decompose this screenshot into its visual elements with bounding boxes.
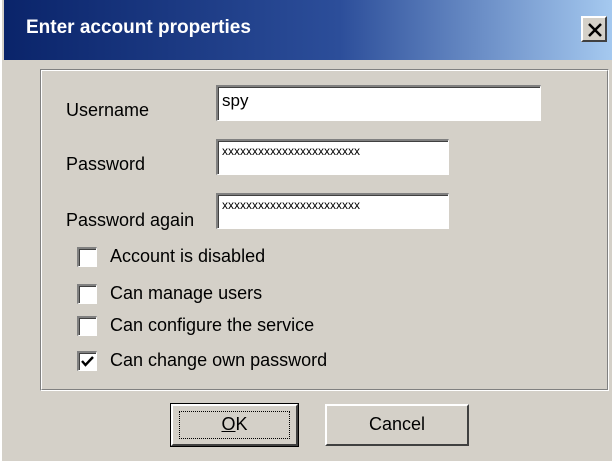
- cancel-button[interactable]: Cancel: [325, 404, 469, 446]
- checkbox-label: Can configure the service: [110, 315, 315, 335]
- username-label: Username: [66, 100, 150, 120]
- cancel-label: Cancel: [368, 414, 426, 434]
- password-input[interactable]: xxxxxxxxxxxxxxxxxxxxxxx: [216, 139, 449, 175]
- checkbox-label: Can change own password: [110, 350, 328, 370]
- password-again-label: Password again: [66, 210, 195, 230]
- account-properties-dialog: Enter account properties Username spy Pa…: [0, 0, 612, 461]
- dialog-title: Enter account properties: [26, 17, 251, 38]
- checkbox-box[interactable]: [77, 247, 97, 267]
- checkbox-box[interactable]: [77, 351, 97, 371]
- password-label: Password: [66, 154, 146, 174]
- checkbox-box[interactable]: [77, 316, 97, 336]
- password-again-input[interactable]: xxxxxxxxxxxxxxxxxxxxxxx: [216, 193, 449, 229]
- checkbox-label: Can manage users: [110, 283, 263, 303]
- focus-rect: [179, 411, 290, 439]
- close-button[interactable]: [581, 16, 607, 42]
- checkbox-box[interactable]: [77, 284, 97, 304]
- title-bar[interactable]: Enter account properties: [4, 0, 612, 60]
- username-input[interactable]: spy: [216, 85, 541, 121]
- ok-button[interactable]: OK: [170, 403, 299, 447]
- checkbox-label: Account is disabled: [110, 246, 266, 266]
